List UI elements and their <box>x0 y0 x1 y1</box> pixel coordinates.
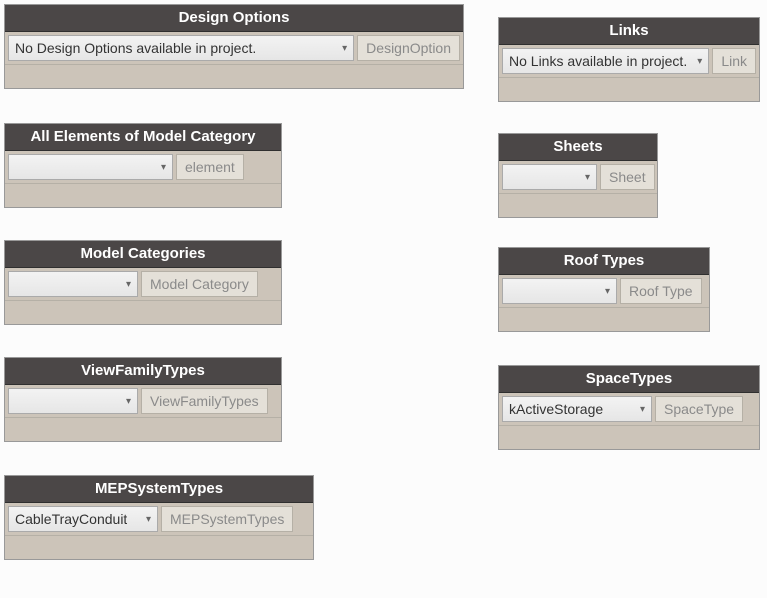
output-port-space-type[interactable]: SpaceType <box>655 396 743 422</box>
node-sheets[interactable]: Sheets ▾ Sheet <box>498 133 658 218</box>
node-footer <box>5 417 281 441</box>
node-footer <box>5 64 463 88</box>
node-title: Design Options <box>5 5 463 32</box>
output-port-view-family-types[interactable]: ViewFamilyTypes <box>141 388 268 414</box>
view-family-types-dropdown[interactable]: ▾ <box>8 388 138 414</box>
chevron-down-icon: ▾ <box>605 286 610 297</box>
node-model-categories[interactable]: Model Categories ▾ Model Category <box>4 240 282 325</box>
node-view-family-types[interactable]: ViewFamilyTypes ▾ ViewFamilyTypes <box>4 357 282 442</box>
node-title: Model Categories <box>5 241 281 268</box>
node-row: No Design Options available in project. … <box>5 32 463 64</box>
output-port-design-option[interactable]: DesignOption <box>357 35 460 61</box>
chevron-down-icon: ▾ <box>342 43 347 54</box>
node-title: All Elements of Model Category <box>5 124 281 151</box>
output-port-element[interactable]: element <box>176 154 244 180</box>
output-port-mep-system-types[interactable]: MEPSystemTypes <box>161 506 293 532</box>
node-roof-types[interactable]: Roof Types ▾ Roof Type <box>498 247 710 332</box>
design-options-dropdown[interactable]: No Design Options available in project. … <box>8 35 354 61</box>
chevron-down-icon: ▾ <box>697 56 702 67</box>
node-footer <box>5 300 281 324</box>
node-row: ▾ Model Category <box>5 268 281 300</box>
chevron-down-icon: ▾ <box>126 279 131 290</box>
node-row: kActiveStorage ▾ SpaceType <box>499 393 759 425</box>
node-footer <box>499 193 657 217</box>
mep-system-types-dropdown[interactable]: CableTrayConduit ▾ <box>8 506 158 532</box>
node-title: Roof Types <box>499 248 709 275</box>
node-all-elements[interactable]: All Elements of Model Category ▾ element <box>4 123 282 208</box>
sheets-dropdown[interactable]: ▾ <box>502 164 597 190</box>
node-row: ▾ ViewFamilyTypes <box>5 385 281 417</box>
node-row: No Links available in project. ▾ Link <box>499 45 759 77</box>
node-footer <box>499 307 709 331</box>
node-space-types[interactable]: SpaceTypes kActiveStorage ▾ SpaceType <box>498 365 760 450</box>
node-footer <box>5 535 313 559</box>
model-categories-dropdown[interactable]: ▾ <box>8 271 138 297</box>
dropdown-text: kActiveStorage <box>509 401 603 417</box>
output-port-link[interactable]: Link <box>712 48 756 74</box>
node-footer <box>499 77 759 101</box>
node-mep-system-types[interactable]: MEPSystemTypes CableTrayConduit ▾ MEPSys… <box>4 475 314 560</box>
node-title: Sheets <box>499 134 657 161</box>
node-row: CableTrayConduit ▾ MEPSystemTypes <box>5 503 313 535</box>
node-footer <box>499 425 759 449</box>
space-types-dropdown[interactable]: kActiveStorage ▾ <box>502 396 652 422</box>
node-title: MEPSystemTypes <box>5 476 313 503</box>
output-port-model-category[interactable]: Model Category <box>141 271 258 297</box>
output-port-roof-type[interactable]: Roof Type <box>620 278 702 304</box>
dropdown-text: No Links available in project. <box>509 53 687 69</box>
output-port-sheet[interactable]: Sheet <box>600 164 655 190</box>
chevron-down-icon: ▾ <box>126 396 131 407</box>
node-design-options[interactable]: Design Options No Design Options availab… <box>4 4 464 89</box>
dropdown-text: No Design Options available in project. <box>15 40 256 56</box>
node-row: ▾ Sheet <box>499 161 657 193</box>
chevron-down-icon: ▾ <box>161 162 166 173</box>
node-title: Links <box>499 18 759 45</box>
links-dropdown[interactable]: No Links available in project. ▾ <box>502 48 709 74</box>
chevron-down-icon: ▾ <box>640 404 645 415</box>
node-footer <box>5 183 281 207</box>
all-elements-dropdown[interactable]: ▾ <box>8 154 173 180</box>
chevron-down-icon: ▾ <box>585 172 590 183</box>
chevron-down-icon: ▾ <box>146 514 151 525</box>
node-title: ViewFamilyTypes <box>5 358 281 385</box>
node-row: ▾ element <box>5 151 281 183</box>
node-title: SpaceTypes <box>499 366 759 393</box>
dropdown-text: CableTrayConduit <box>15 511 127 527</box>
node-links[interactable]: Links No Links available in project. ▾ L… <box>498 17 760 102</box>
node-row: ▾ Roof Type <box>499 275 709 307</box>
roof-types-dropdown[interactable]: ▾ <box>502 278 617 304</box>
